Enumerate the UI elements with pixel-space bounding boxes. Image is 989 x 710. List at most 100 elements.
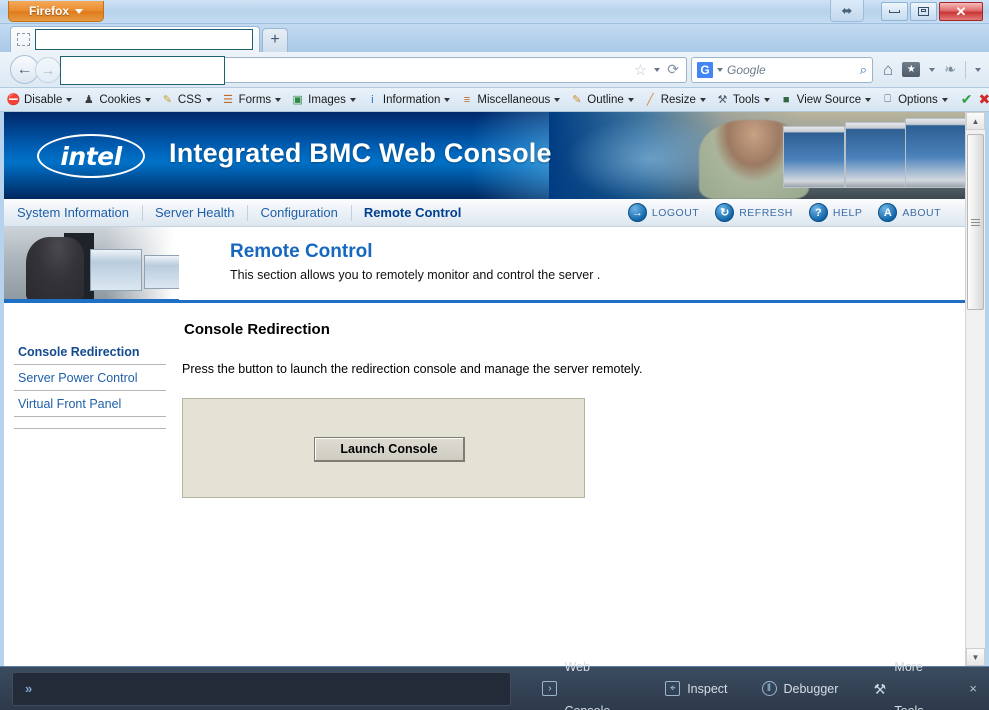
bookmark-star-icon[interactable]: ☆	[634, 61, 647, 79]
chevron-down-icon[interactable]	[716, 67, 723, 72]
web-console-input[interactable]: »	[12, 671, 512, 706]
favicon-placeholder-icon	[17, 33, 30, 46]
content-paragraph: Press the button to launch the redirecti…	[182, 362, 643, 376]
webdev-menu-tools[interactable]: ⚒ Tools	[715, 92, 770, 107]
tab-remote-control[interactable]: Remote Control	[350, 200, 475, 226]
window-controls: ✕	[881, 2, 983, 21]
close-icon: ✕	[955, 3, 967, 19]
webdev-menu-disable[interactable]: ⛔ Disable	[6, 92, 73, 107]
section-subtitle: This section allows you to remotely moni…	[230, 268, 601, 282]
chevron-down-icon	[699, 97, 706, 102]
reload-icon[interactable]: ⟳	[667, 61, 679, 78]
sidebar-item-virtual-front-panel[interactable]: Virtual Front Panel	[14, 391, 166, 417]
window-resize-grip[interactable]: ⬌	[830, 0, 864, 22]
forward-button[interactable]: →	[35, 56, 61, 83]
monitor-photo	[144, 255, 179, 289]
about-icon: A	[878, 203, 898, 222]
utility-label: ABOUT	[902, 206, 941, 219]
chevron-down-icon[interactable]	[654, 67, 661, 72]
launch-console-button[interactable]: Launch Console	[314, 437, 465, 462]
utility-refresh[interactable]: ↻ REFRESH	[715, 203, 793, 222]
address-bar[interactable]: ☆ ⟳	[60, 55, 687, 85]
page-viewport: intel Integrated BMC Web Console System …	[0, 112, 989, 666]
new-tab-button[interactable]: +	[262, 28, 288, 52]
tab-system-information[interactable]: System Information	[4, 200, 142, 226]
launch-console-label: Launch Console	[340, 442, 438, 456]
scroll-down-button[interactable]: ▼	[966, 648, 985, 666]
google-search-engine-icon[interactable]: G	[696, 61, 713, 78]
home-icon[interactable]: ⌂	[883, 60, 893, 80]
utility-help[interactable]: ? HELP	[808, 203, 863, 222]
devtools-tab-debugger[interactable]: ‖ Debugger	[745, 667, 856, 710]
minimize-icon	[889, 10, 900, 13]
search-input[interactable]: Google	[727, 63, 856, 77]
plus-icon: +	[270, 31, 280, 48]
close-devtools-button[interactable]: ×	[965, 681, 989, 696]
webdev-menu-css[interactable]: ✎ CSS	[160, 92, 212, 107]
firefox-menu-button[interactable]: Firefox	[8, 1, 104, 22]
webdev-menu-options[interactable]: ⎕ Options	[880, 92, 948, 107]
webdev-menu-miscellaneous[interactable]: ≡ Miscellaneous	[459, 92, 561, 107]
page-scrollbar-vertical[interactable]: ▲ ▼	[965, 112, 985, 666]
miscellaneous-icon: ≡	[463, 93, 471, 106]
resize-icon: ╱	[646, 94, 654, 106]
webdev-menu-information[interactable]: i Information	[365, 92, 451, 107]
validate-ok-icon[interactable]: ✔	[961, 91, 973, 108]
sidebar-item-server-power-control[interactable]: Server Power Control	[14, 365, 166, 391]
search-icon[interactable]: ⌕	[860, 62, 867, 78]
tab-label: System Information	[17, 204, 129, 220]
chevron-down-icon	[763, 97, 770, 102]
refresh-icon: ↻	[715, 203, 735, 222]
maximize-icon	[918, 7, 929, 16]
webdev-menu-forms[interactable]: ☰ Forms	[221, 92, 282, 107]
addon-icon[interactable]: ❧	[944, 61, 956, 78]
browser-window: Firefox ⬌ ✕ + ← → ☆ ⟳ G Google ⌕ ⌂ ★ ❧ ⛔…	[0, 0, 989, 710]
sidebar-item-label: Virtual Front Panel	[18, 397, 122, 411]
webdev-menu-label: Forms	[238, 93, 272, 106]
browser-tab-active[interactable]	[10, 26, 260, 52]
chevron-up-icon: ▲	[971, 116, 980, 126]
page-body: Console Redirection Server Power Control V…	[4, 303, 969, 666]
scroll-up-button[interactable]: ▲	[966, 112, 985, 130]
window-titlebar: Firefox ⬌ ✕	[0, 0, 989, 24]
overflow-chevron-down-icon[interactable]	[975, 67, 981, 72]
webdev-menu-resize[interactable]: ╱ Resize	[643, 92, 706, 107]
tab-configuration[interactable]: Configuration	[247, 200, 350, 226]
minimize-button[interactable]	[881, 2, 908, 21]
utility-about[interactable]: A ABOUT	[878, 203, 941, 222]
maximize-button[interactable]	[910, 2, 937, 21]
devtools-tab-inspect[interactable]: ⌖ Inspect	[648, 667, 744, 710]
developer-tools-dock: » › Web Console ⌖ Inspect ‖ Debugger ⚒ More Too…	[0, 660, 989, 710]
tab-strip: +	[0, 24, 989, 52]
sidebar-item-console-redirection[interactable]: Console Redirection	[14, 339, 166, 365]
chevron-down-icon	[75, 9, 83, 15]
tab-server-health[interactable]: Server Health	[142, 200, 247, 226]
address-bar-value	[60, 55, 225, 85]
console-prompt-icon: »	[25, 681, 33, 696]
bmc-web-console-page: intel Integrated BMC Web Console System …	[4, 112, 969, 666]
webdev-menu-label: Tools	[732, 93, 760, 106]
utility-label: HELP	[832, 206, 863, 219]
search-bar[interactable]: G Google ⌕	[690, 56, 873, 83]
devtools-tab-more-tools[interactable]: ⚒ More Tools	[855, 660, 965, 710]
css-icon: ✎	[162, 94, 173, 106]
devtools-tab-web-console[interactable]: › Web Console	[525, 660, 648, 710]
webdev-menu-cookies[interactable]: ♟ Cookies	[81, 92, 151, 107]
webdev-menu-outline[interactable]: ✎ Outline	[569, 92, 634, 107]
help-icon: ?	[808, 203, 828, 222]
sidebar-end-divider	[14, 417, 166, 429]
chevron-down-icon	[627, 97, 634, 102]
outline-icon: ✎	[572, 94, 582, 106]
validate-error-icon[interactable]: ✖	[978, 91, 989, 108]
bookmarks-icon[interactable]: ★	[902, 62, 921, 77]
chevron-down-icon	[941, 97, 948, 102]
content-heading: Console Redirection	[184, 321, 330, 338]
close-window-button[interactable]: ✕	[939, 2, 983, 21]
chevron-down-icon[interactable]	[929, 67, 936, 72]
close-icon: ×	[969, 681, 977, 696]
webdev-menu-images[interactable]: ▣ Images	[290, 92, 356, 107]
firefox-menu-label: Firefox	[28, 4, 69, 18]
utility-logout[interactable]: → LOGOUT	[627, 203, 699, 222]
webdev-menu-view-source[interactable]: ■ View Source	[779, 92, 872, 107]
scrollbar-thumb[interactable]	[967, 134, 984, 310]
